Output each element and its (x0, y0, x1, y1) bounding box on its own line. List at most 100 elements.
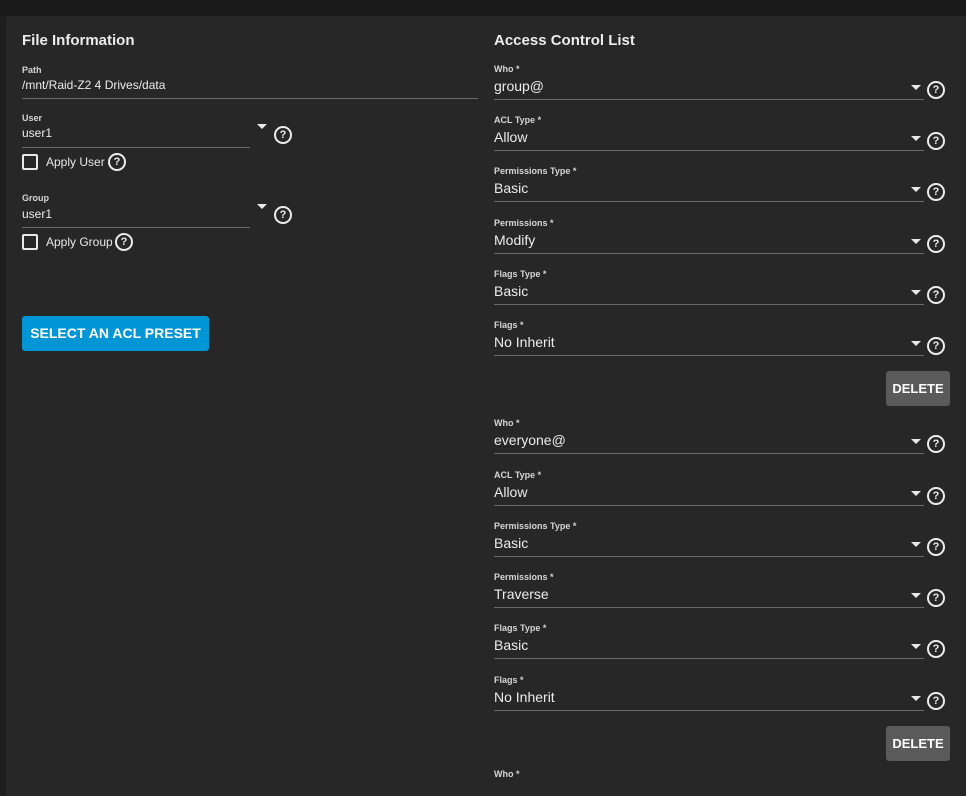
user-underline (22, 147, 250, 148)
flags-select[interactable]: Flags * No Inherit (494, 673, 928, 711)
checkbox-empty-icon[interactable] (22, 154, 38, 170)
permissions-select[interactable]: Permissions * Modify (494, 216, 928, 254)
who-label: Who * (494, 418, 520, 428)
permissions-type-select[interactable]: Permissions Type * Basic (494, 164, 928, 202)
flags-label: Flags * (494, 320, 524, 330)
acl-type-value: Allow (494, 129, 528, 145)
acl-type-select[interactable]: ACL Type * Allow (494, 113, 928, 151)
permissions-label: Permissions * (494, 218, 554, 228)
help-circle-icon[interactable]: ? (927, 337, 945, 355)
help-circle-icon[interactable]: ? (927, 132, 945, 150)
file-information-title: File Information (22, 32, 135, 49)
acl-type-label: ACL Type * (494, 115, 542, 125)
delete-button[interactable]: DELETE (886, 371, 950, 406)
apply-user-checkbox[interactable]: Apply User (22, 152, 152, 172)
permissions-type-value: Basic (494, 180, 529, 196)
acl-entry: Who * everyone@ ? ACL Type * Allow ? Per… (494, 416, 964, 761)
permissions-select[interactable]: Permissions * Traverse (494, 570, 928, 608)
caret-down-icon[interactable] (257, 204, 267, 209)
apply-user-label: Apply User (46, 155, 105, 169)
help-circle-icon[interactable]: ? (927, 487, 945, 505)
help-circle-icon[interactable]: ? (927, 81, 945, 99)
caret-down-icon[interactable] (911, 491, 921, 496)
permissions-type-label: Permissions Type * (494, 166, 577, 176)
user-select[interactable]: User user1 (22, 112, 292, 150)
help-circle-icon[interactable]: ? (115, 233, 133, 251)
acl-entry: Who * group@ ? ACL Type * Allow ? Permis… (494, 62, 964, 406)
caret-down-icon[interactable] (911, 644, 921, 649)
permissions-value: Modify (494, 232, 536, 248)
who-underline (494, 99, 924, 100)
permissions-card: File Information Path /mnt/Raid-Z2 4 Dri… (6, 16, 966, 796)
flags-select[interactable]: Flags * No Inherit (494, 318, 928, 356)
group-value: user1 (22, 207, 53, 221)
permissions-type-underline (494, 201, 924, 202)
flags-type-select[interactable]: Flags Type * Basic (494, 621, 928, 659)
caret-down-icon[interactable] (911, 341, 921, 346)
caret-down-icon[interactable] (257, 124, 267, 129)
acl-type-value: Allow (494, 484, 528, 500)
help-circle-icon[interactable]: ? (927, 692, 945, 710)
help-circle-icon[interactable]: ? (927, 183, 945, 201)
who-underline (494, 453, 924, 454)
user-value: user1 (22, 126, 53, 140)
help-circle-icon[interactable]: ? (274, 206, 292, 224)
group-label: Group (22, 193, 49, 203)
permissions-underline (494, 607, 924, 608)
flags-type-label: Flags Type * (494, 623, 547, 633)
flags-value: No Inherit (494, 334, 555, 350)
select-acl-preset-button[interactable]: SELECT AN ACL PRESET (22, 316, 209, 351)
delete-button[interactable]: DELETE (886, 726, 950, 761)
help-circle-icon[interactable]: ? (927, 538, 945, 556)
flags-type-underline (494, 658, 924, 659)
path-underline (22, 98, 478, 99)
flags-type-value: Basic (494, 283, 529, 299)
who-label: Who * (494, 64, 520, 74)
apply-group-label: Apply Group (46, 235, 113, 249)
who-value: group@ (494, 78, 545, 94)
help-circle-icon[interactable]: ? (927, 640, 945, 658)
checkbox-empty-icon[interactable] (22, 234, 38, 250)
flags-underline (494, 710, 924, 711)
who-value: everyone@ (494, 432, 566, 448)
flags-type-label: Flags Type * (494, 269, 547, 279)
caret-down-icon[interactable] (911, 439, 921, 444)
permissions-underline (494, 253, 924, 254)
who-select[interactable]: Who * everyone@ (494, 416, 928, 454)
caret-down-icon[interactable] (911, 696, 921, 701)
who-select[interactable]: Who * group@ (494, 62, 928, 100)
help-circle-icon[interactable]: ? (927, 235, 945, 253)
caret-down-icon[interactable] (911, 593, 921, 598)
help-circle-icon[interactable]: ? (108, 153, 126, 171)
group-select[interactable]: Group user1 (22, 192, 292, 230)
help-circle-icon[interactable]: ? (927, 286, 945, 304)
caret-down-icon[interactable] (911, 290, 921, 295)
group-underline (22, 227, 250, 228)
help-circle-icon[interactable]: ? (274, 126, 292, 144)
permissions-type-underline (494, 556, 924, 557)
caret-down-icon[interactable] (911, 85, 921, 90)
permissions-type-label: Permissions Type * (494, 521, 577, 531)
who-label: Who * (494, 769, 520, 779)
permissions-type-select[interactable]: Permissions Type * Basic (494, 519, 928, 557)
top-bar (0, 0, 966, 16)
path-value: /mnt/Raid-Z2 4 Drives/data (22, 78, 166, 92)
caret-down-icon[interactable] (911, 136, 921, 141)
caret-down-icon[interactable] (911, 187, 921, 192)
permissions-value: Traverse (494, 586, 549, 602)
flags-type-select[interactable]: Flags Type * Basic (494, 267, 928, 305)
flags-value: No Inherit (494, 689, 555, 705)
help-circle-icon[interactable]: ? (927, 589, 945, 607)
acl-type-select[interactable]: ACL Type * Allow (494, 468, 928, 506)
caret-down-icon[interactable] (911, 542, 921, 547)
acl-type-underline (494, 505, 924, 506)
flags-type-underline (494, 304, 924, 305)
caret-down-icon[interactable] (911, 239, 921, 244)
acl-type-label: ACL Type * (494, 470, 542, 480)
path-label: Path (22, 65, 42, 75)
access-control-list-title: Access Control List (494, 32, 635, 49)
acl-type-underline (494, 150, 924, 151)
flags-type-value: Basic (494, 637, 529, 653)
flags-underline (494, 355, 924, 356)
help-circle-icon[interactable]: ? (927, 435, 945, 453)
